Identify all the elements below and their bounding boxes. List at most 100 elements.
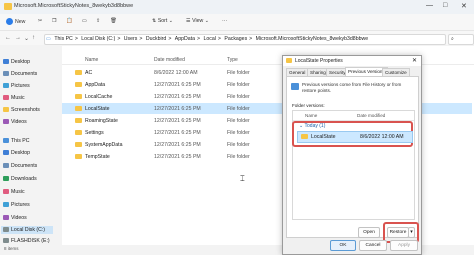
breadcrumb-item[interactable]: This PC bbox=[53, 35, 73, 43]
group-label: Today (1) bbox=[304, 123, 326, 129]
folder-icon bbox=[4, 3, 12, 10]
breadcrumb-item[interactable]: Microsoft.MicrosoftStickyNotes_8wekyb3d8… bbox=[255, 35, 369, 43]
versions-list[interactable]: Name Date modified ⌄ Today (1) LocalStat… bbox=[292, 110, 415, 220]
trash-icon: 🗑 bbox=[110, 18, 117, 24]
breadcrumb-separator: > bbox=[74, 36, 78, 42]
view-label: View bbox=[192, 18, 204, 24]
breadcrumb-separator: > bbox=[197, 36, 201, 42]
delete-button[interactable]: 🗑 bbox=[110, 18, 117, 24]
breadcrumb-item[interactable]: Local bbox=[202, 35, 216, 43]
search-icon: ⌕ bbox=[451, 36, 454, 42]
nav-item-documents[interactable]: Documents bbox=[3, 70, 37, 78]
column-header-name[interactable]: Name bbox=[85, 57, 98, 63]
nav-item-music-2[interactable]: Music bbox=[3, 188, 25, 196]
plus-icon bbox=[6, 18, 13, 25]
breadcrumb-item[interactable]: Local Disk (C:) bbox=[80, 35, 116, 43]
file-date: 8/6/2022 12:00 AM bbox=[154, 70, 198, 76]
nav-item-videos-2[interactable]: Videos bbox=[3, 214, 27, 222]
restore-button[interactable]: Restore bbox=[387, 227, 409, 238]
nav-item-desktop-2[interactable]: Desktop bbox=[3, 149, 30, 157]
more-button[interactable]: ··· bbox=[222, 18, 227, 24]
breadcrumb-item[interactable]: Duckbird bbox=[145, 35, 167, 43]
drive-icon bbox=[3, 238, 9, 244]
scissors-icon: ✂ bbox=[38, 18, 43, 24]
file-type: File folder bbox=[227, 106, 250, 112]
nav-item-downloads[interactable]: Downloads bbox=[3, 175, 37, 183]
dialog-close-button[interactable]: ✕ bbox=[412, 57, 417, 64]
mouse-cursor: ⌶ bbox=[240, 174, 245, 183]
nav-item-pictures-2[interactable]: Pictures bbox=[3, 201, 30, 209]
apply-button[interactable]: Apply bbox=[390, 240, 418, 251]
file-name: SystemAppData bbox=[85, 142, 123, 148]
nav-item-desktop[interactable]: Desktop bbox=[3, 58, 30, 66]
nav-item-flashdisk[interactable]: FLASHDISK (E:) bbox=[3, 237, 50, 245]
column-header-name[interactable]: Name bbox=[305, 113, 317, 118]
nav-item-pictures[interactable]: Pictures bbox=[3, 82, 30, 90]
new-button[interactable]: New bbox=[6, 18, 25, 25]
column-header-date[interactable]: Date modified bbox=[357, 113, 385, 118]
group-header[interactable]: ⌄ Today (1) bbox=[299, 123, 325, 129]
folder-icon bbox=[75, 154, 82, 159]
file-name: LocalState bbox=[85, 106, 110, 112]
recent-button[interactable]: ⌄ bbox=[24, 35, 29, 42]
chevron-down-icon: ⌄ bbox=[299, 123, 304, 129]
videos-icon bbox=[3, 119, 9, 125]
copy-button[interactable]: ❐ bbox=[52, 18, 57, 24]
breadcrumb-item[interactable]: Packages bbox=[223, 35, 248, 43]
maximize-button[interactable]: □ bbox=[443, 2, 447, 9]
forward-button[interactable]: → bbox=[15, 35, 21, 41]
file-date: 12/27/2021 6:25 PM bbox=[154, 142, 201, 148]
videos-icon bbox=[3, 215, 9, 221]
dialog-title: LocalState Properties bbox=[295, 58, 343, 64]
minimize-button[interactable]: — bbox=[426, 2, 433, 9]
folder-icon bbox=[301, 134, 308, 139]
nav-item-videos[interactable]: Videos bbox=[3, 118, 27, 126]
nav-label: Videos bbox=[11, 215, 27, 221]
nav-label: This PC bbox=[11, 138, 30, 144]
nav-item-local-disk[interactable]: Local Disk (C:) bbox=[1, 226, 53, 234]
title-bar: Microsoft.MicrosoftStickyNotes_8wekyb3d8… bbox=[0, 0, 474, 15]
share-button[interactable]: ⇪ bbox=[96, 18, 100, 24]
breadcrumb[interactable]: ▭ This PC > Local Disk (C:) > Users > Duckb… bbox=[44, 34, 446, 45]
nav-item-documents-2[interactable]: Documents bbox=[3, 162, 37, 170]
ok-button[interactable]: OK bbox=[330, 240, 356, 251]
rename-button[interactable]: ▭ bbox=[82, 18, 87, 24]
nav-label: Desktop bbox=[11, 59, 31, 65]
downloads-icon bbox=[3, 176, 9, 182]
nav-label: Screenshots bbox=[11, 107, 40, 113]
documents-icon bbox=[3, 163, 9, 169]
cancel-button[interactable]: Cancel bbox=[359, 240, 387, 251]
open-button[interactable]: Open bbox=[358, 227, 380, 238]
nav-item-screenshots[interactable]: Screenshots bbox=[3, 106, 40, 114]
desktop-icon bbox=[3, 59, 9, 65]
nav-label: FLASHDISK (E:) bbox=[11, 238, 50, 244]
file-type: File folder bbox=[227, 142, 250, 148]
pc-icon: ▭ bbox=[46, 36, 51, 42]
breadcrumb-item[interactable]: AppData bbox=[174, 35, 196, 43]
breadcrumb-separator: > bbox=[168, 36, 172, 42]
folder-icon bbox=[286, 58, 292, 63]
close-button[interactable]: ✕ bbox=[461, 2, 467, 10]
column-header-date[interactable]: Date modified bbox=[154, 57, 185, 63]
nav-item-this-pc[interactable]: This PC bbox=[3, 137, 29, 145]
new-label: New bbox=[15, 18, 26, 25]
cut-button[interactable]: ✂ bbox=[38, 18, 42, 24]
column-header-type[interactable]: Type bbox=[227, 57, 238, 63]
search-box[interactable]: ⌕ bbox=[448, 34, 474, 45]
version-date: 8/6/2022 12:00 AM bbox=[360, 134, 404, 140]
nav-item-music[interactable]: Music bbox=[3, 94, 25, 102]
sort-button[interactable]: ⇅ Sort ⌄ bbox=[152, 18, 173, 24]
paste-icon: 📋 bbox=[66, 18, 73, 24]
file-name: AppData bbox=[85, 82, 106, 88]
paste-button[interactable]: 📋 bbox=[66, 18, 72, 24]
folder-icon bbox=[3, 107, 9, 113]
version-row[interactable]: LocalState 8/6/2022 12:00 AM bbox=[297, 131, 413, 143]
file-date: 12/27/2021 6:25 PM bbox=[154, 154, 201, 160]
up-button[interactable]: ↑ bbox=[32, 35, 35, 41]
breadcrumb-separator: > bbox=[249, 36, 253, 42]
restore-dropdown-button[interactable]: ▾ bbox=[408, 227, 415, 238]
back-button[interactable]: ← bbox=[5, 35, 11, 41]
view-button[interactable]: ☰ View ⌄ bbox=[186, 18, 209, 24]
nav-label: Music bbox=[11, 189, 25, 195]
breadcrumb-item[interactable]: Users bbox=[123, 35, 139, 43]
